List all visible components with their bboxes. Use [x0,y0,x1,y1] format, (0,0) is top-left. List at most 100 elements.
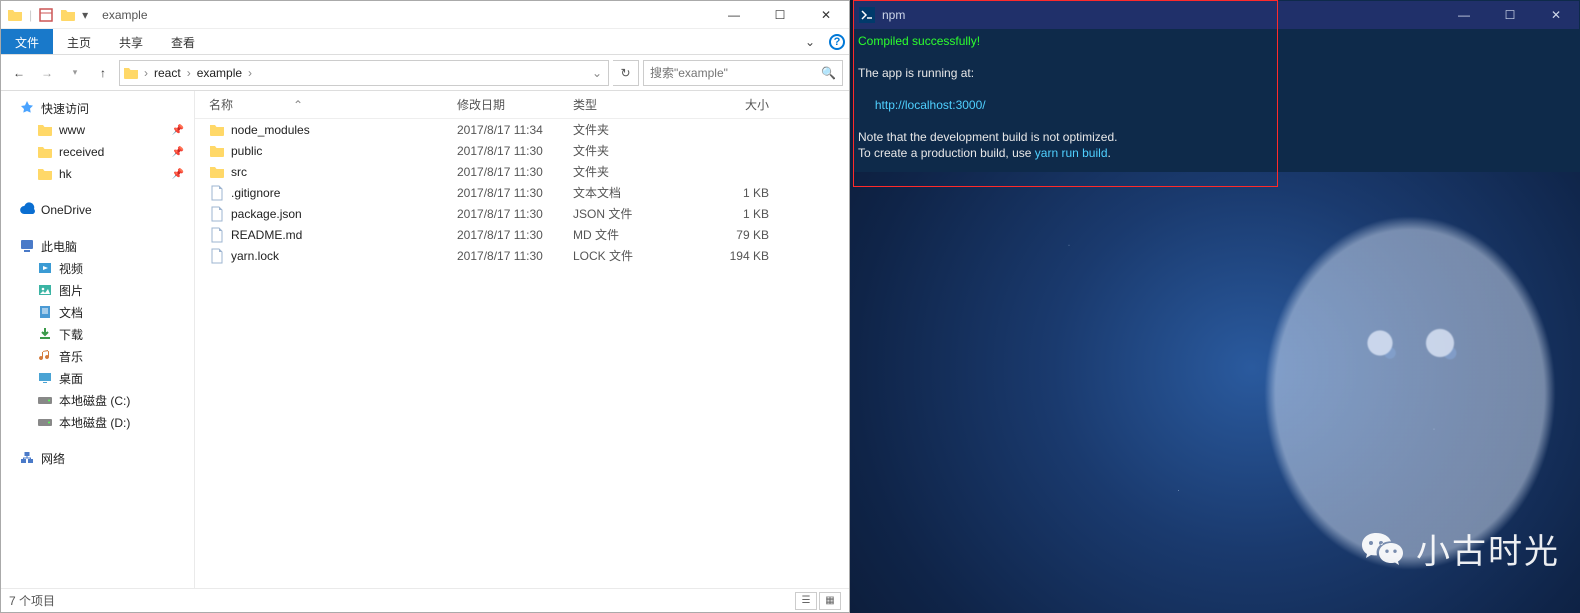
file-date: 2017/8/17 11:30 [457,144,573,158]
col-date[interactable]: 修改日期 [457,96,573,113]
terminal-window: npm — ☐ ✕ Compiled successfully! The app… [853,0,1580,172]
up-button[interactable]: ↑ [91,61,115,85]
qat-divider: | [29,8,32,22]
close-button[interactable]: ✕ [803,1,849,29]
folder-icon[interactable] [60,7,76,23]
chevron-right-icon[interactable]: › [246,66,254,80]
sidebar-item-hk[interactable]: hk📌 [1,163,194,185]
sidebar-item-pictures[interactable]: 图片 [1,279,194,301]
terminal-minimize-button[interactable]: — [1441,1,1487,29]
tab-view[interactable]: 查看 [157,29,209,54]
pin-icon: 📌 [172,169,184,180]
tab-file[interactable]: 文件 [1,29,53,54]
table-row[interactable]: README.md2017/8/17 11:30MD 文件79 KB [195,224,849,245]
view-details-button[interactable]: ☰ [795,592,817,610]
sort-icon: ⌃ [293,98,303,112]
pin-icon: 📌 [172,125,184,136]
maximize-button[interactable]: ☐ [757,1,803,29]
folder-icon [209,143,225,159]
minimize-button[interactable]: — [711,1,757,29]
file-size: 194 KB [689,249,769,263]
chevron-right-icon[interactable]: › [142,66,150,80]
table-row[interactable]: yarn.lock2017/8/17 11:30LOCK 文件194 KB [195,245,849,266]
sidebar-item-network[interactable]: 网络 [1,447,194,469]
file-list: 名称⌃ 修改日期 类型 大小 node_modules2017/8/17 11:… [195,91,849,588]
ribbon-expand-icon[interactable]: ⌄ [795,29,825,54]
sidebar-item-quickaccess[interactable]: 快速访问 [1,97,194,119]
file-size: 79 KB [689,228,769,242]
help-button[interactable]: ? [825,29,849,54]
terminal-titlebar: npm — ☐ ✕ [854,1,1579,29]
file-type: 文件夹 [573,142,689,159]
file-name: .gitignore [231,186,280,200]
file-explorer-window: | ▾ example — ☐ ✕ 文件 主页 共享 查看 ⌄ ? ← → ▾ … [0,0,850,613]
table-row[interactable]: node_modules2017/8/17 11:34文件夹 [195,119,849,140]
back-button[interactable]: ← [7,61,31,85]
file-type: 文件夹 [573,121,689,138]
terminal-title: npm [880,8,1441,22]
search-input[interactable] [650,66,821,80]
qat-chevron-icon[interactable]: ▾ [82,8,88,22]
sidebar-item-documents[interactable]: 文档 [1,301,194,323]
sidebar-item-videos[interactable]: 视频 [1,257,194,279]
breadcrumb[interactable]: › react › example › ⌄ [119,60,609,86]
table-row[interactable]: public 2017/8/17 11:30文件夹 [195,140,849,161]
sidebar-item-www[interactable]: www📌 [1,119,194,141]
address-bar: ← → ▾ ↑ › react › example › ⌄ ↻ 🔍 [1,55,849,91]
history-chevron-icon[interactable]: ⌄ [590,66,608,80]
file-date: 2017/8/17 11:30 [457,186,573,200]
file-name: public [231,144,262,158]
window-title: example [94,8,711,22]
terminal-output[interactable]: Compiled successfully! The app is runnin… [854,29,1579,171]
refresh-button[interactable]: ↻ [613,60,639,86]
column-headers: 名称⌃ 修改日期 类型 大小 [195,91,849,119]
terminal-maximize-button[interactable]: ☐ [1487,1,1533,29]
sidebar-item-drive-c[interactable]: 本地磁盘 (C:) [1,389,194,411]
watermark-text: 小古时光 [1416,524,1560,573]
table-row[interactable]: .gitignore2017/8/17 11:30文本文档1 KB [195,182,849,203]
titlebar: | ▾ example — ☐ ✕ [1,1,849,29]
terminal-url[interactable]: http://localhost:3000/ [875,98,986,112]
file-size: 1 KB [689,207,769,221]
file-date: 2017/8/17 11:30 [457,249,573,263]
file-date: 2017/8/17 11:30 [457,228,573,242]
col-size[interactable]: 大小 [689,96,769,113]
search-box[interactable]: 🔍 [643,60,843,86]
file-type: LOCK 文件 [573,247,689,264]
tab-home[interactable]: 主页 [53,29,105,54]
sidebar-item-desktop[interactable]: 桌面 [1,367,194,389]
view-icons-button[interactable]: ▦ [819,592,841,610]
folder-icon [209,164,225,180]
file-name: node_modules [231,123,310,137]
file-size: 1 KB [689,186,769,200]
breadcrumb-seg[interactable]: example [193,66,246,80]
file-type: JSON 文件 [573,205,689,222]
col-name[interactable]: 名称⌃ [209,96,457,113]
sidebar-item-thispc[interactable]: 此电脑 [1,235,194,257]
folder-icon [209,122,225,138]
file-name: package.json [231,207,302,221]
recent-chevron-icon[interactable]: ▾ [63,61,87,85]
ribbon: 文件 主页 共享 查看 ⌄ ? [1,29,849,55]
chevron-right-icon[interactable]: › [185,66,193,80]
sidebar-item-onedrive[interactable]: OneDrive [1,199,194,221]
desktop-area: npm — ☐ ✕ Compiled successfully! The app… [850,0,1580,613]
sidebar-item-music[interactable]: 音乐 [1,345,194,367]
table-row[interactable]: package.json2017/8/17 11:30JSON 文件1 KB [195,203,849,224]
sidebar-item-drive-d[interactable]: 本地磁盘 (D:) [1,411,194,433]
col-type[interactable]: 类型 [573,96,689,113]
file-name: src [231,165,247,179]
breadcrumb-seg[interactable]: react [150,66,185,80]
quick-access-toolbar: | ▾ [1,7,94,23]
navigation-pane: 快速访问 www📌 received📌 hk📌 OneDrive 此电脑 视频 … [1,91,195,588]
folder-icon [7,7,23,23]
table-row[interactable]: src2017/8/17 11:30文件夹 [195,161,849,182]
file-date: 2017/8/17 11:30 [457,165,573,179]
properties-icon[interactable] [38,7,54,23]
terminal-close-button[interactable]: ✕ [1533,1,1579,29]
sidebar-item-downloads[interactable]: 下载 [1,323,194,345]
tab-share[interactable]: 共享 [105,29,157,54]
search-icon[interactable]: 🔍 [821,66,836,80]
sidebar-item-received[interactable]: received📌 [1,141,194,163]
forward-button[interactable]: → [35,61,59,85]
